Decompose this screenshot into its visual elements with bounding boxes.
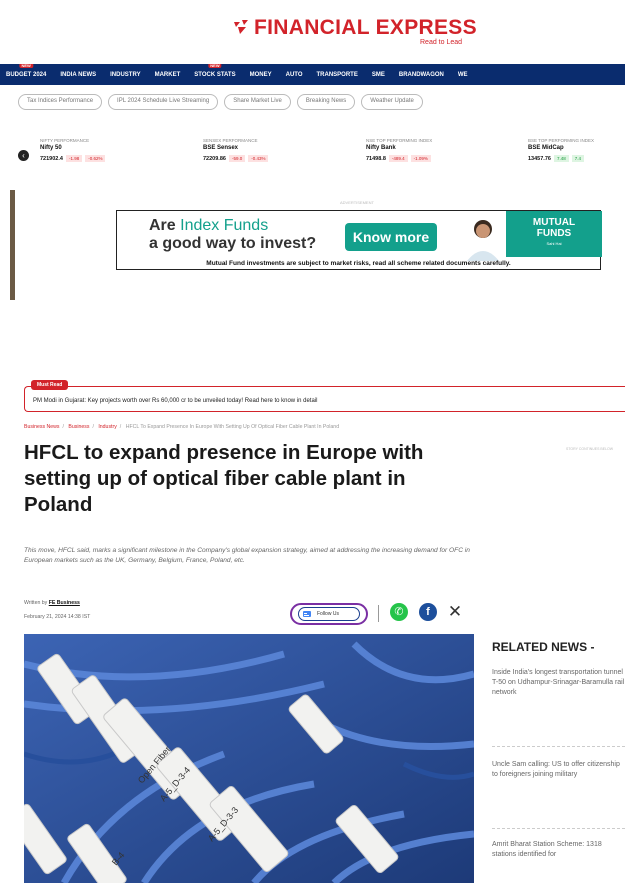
breadcrumb-current: HFCL To Expand Presence In Europe With S… <box>125 424 340 430</box>
market-change: -59.0 <box>228 155 246 162</box>
nav-item[interactable]: MONEY <box>250 72 272 78</box>
market-card[interactable]: NIFTY PERFORMANCE Nifty 50 721902.4 -1.98 -0… <box>40 138 190 162</box>
nav-new-badge: NEW <box>19 64 33 68</box>
market-index-name: Nifty Bank <box>366 145 396 151</box>
must-read-link[interactable]: PM Modi in Gujarat: Key projects worth o… <box>33 398 317 404</box>
market-change: -489.4 <box>388 155 408 162</box>
breadcrumb-home[interactable]: Business News <box>24 424 59 430</box>
ad-label: ADVERTISEMENT <box>340 200 374 205</box>
whatsapp-share-icon[interactable]: ✆ <box>390 603 408 621</box>
facebook-share-icon[interactable]: f <box>419 603 437 621</box>
market-index-name: BSE MidCap <box>528 145 564 151</box>
story-continues-label: STORY CONTINUES BELOW <box>566 447 614 451</box>
breadcrumb: Business News / Business / Industry / HFCL … <box>24 424 340 430</box>
related-news: RELATED NEWS - Inside India's longest tr… <box>492 640 625 883</box>
publish-date: February 21, 2024 14:38 IST <box>24 614 91 620</box>
market-price: 721902.4 <box>40 155 63 162</box>
nav-item[interactable]: SME <box>372 72 385 78</box>
x-share-icon[interactable]: ✕ <box>446 603 464 621</box>
related-divider <box>492 828 625 829</box>
article-headline: HFCL to expand presence in Europe with s… <box>24 441 424 516</box>
nav-new-badge: NEW <box>208 64 222 68</box>
ad-disclaimer: Mutual Fund investments are subject to m… <box>206 260 511 267</box>
nav-item[interactable]: TRANSPORTE <box>317 72 358 78</box>
market-change-pct: -1.09% <box>410 155 431 162</box>
breadcrumb-business[interactable]: Business <box>68 424 89 430</box>
nav-item[interactable]: INDIA NEWS <box>60 72 96 78</box>
article-summary: This move, HFCL said, marks a significan… <box>24 547 470 564</box>
market-change: -1.98 <box>65 155 83 162</box>
related-news-item[interactable]: Amrit Bharat Station Scheme: 1318 statio… <box>492 840 625 860</box>
related-divider <box>492 746 625 747</box>
market-price: 13457.76 <box>528 155 551 162</box>
topic-pill[interactable]: Share Market Live <box>224 94 291 110</box>
logo-mark-icon <box>234 20 248 34</box>
market-price: 71498.8 <box>366 155 386 162</box>
topic-pill[interactable]: Weather Update <box>361 94 423 110</box>
must-read-strip[interactable]: Must Read PM Modi in Gujarat: Key projec… <box>24 380 625 412</box>
nav-item[interactable]: WE <box>458 72 468 78</box>
google-news-icon <box>303 611 311 617</box>
topic-pill[interactable]: Tax Indices Performance <box>18 94 103 110</box>
market-card-title: BSE TOP PERFORMING INDEX <box>528 138 595 143</box>
market-card[interactable]: BSE TOP PERFORMING INDEX BSE MidCap 13457.… <box>528 138 625 162</box>
byline: Written by FE Business <box>24 600 80 606</box>
follow-us-button[interactable]: Follow Us <box>290 603 368 625</box>
ad-question-line1: Are Index Funds <box>149 217 269 234</box>
masthead: FINANCIAL EXPRESS Read to Lead <box>0 12 625 54</box>
market-index-name: BSE Sensex <box>203 145 239 151</box>
ad-question-line2: a good way to invest? <box>149 235 317 252</box>
market-card-title: NIFTY PERFORMANCE <box>40 138 90 143</box>
must-read-tag: Must Read <box>31 380 69 390</box>
nav-item[interactable]: MARKET <box>155 72 181 78</box>
fiber-cables-image: Open Fiber A-5_D-3-4 A-5_D-3-3 B-4 <box>24 634 474 883</box>
market-index-name: Nifty 50 <box>40 145 62 151</box>
nav-item[interactable]: STOCK STATS NEW <box>194 64 236 78</box>
breadcrumb-industry[interactable]: Industry <box>98 424 116 430</box>
topic-pill[interactable]: Breaking News <box>296 94 356 110</box>
logo[interactable]: FINANCIAL EXPRESS <box>232 16 477 40</box>
market-ticker: ‹ NIFTY PERFORMANCE Nifty 50 721902.4 -1.98… <box>18 133 625 178</box>
market-card-title: SENSEX PERFORMANCE <box>203 138 258 143</box>
side-ad-strip <box>10 190 15 300</box>
main-nav: BUDGET 2024 NEW INDIA NEWS INDUSTRY MARKET ST… <box>0 64 625 85</box>
trending-topics: Tax Indices Performance IPL 2024 Schedule… <box>18 94 625 110</box>
related-news-item[interactable]: Uncle Sam calling: US to offer citizensh… <box>492 760 625 780</box>
brand-name: FINANCIAL EXPRESS <box>254 16 477 39</box>
market-card[interactable]: NSE TOP PERFORMING INDEX Nifty Bank 71498.… <box>366 138 516 162</box>
market-card[interactable]: SENSEX PERFORMANCE BSE Sensex 72209.86 -59.… <box>203 138 353 162</box>
ticker-prev-icon[interactable]: ‹ <box>18 150 29 161</box>
market-change-pct: -0.62% <box>85 155 106 162</box>
related-news-item[interactable]: Inside India's longest transportation tu… <box>492 668 625 698</box>
related-news-title: RELATED NEWS - <box>492 640 595 654</box>
market-price: 72209.86 <box>203 155 226 162</box>
nav-item[interactable]: AUTO <box>286 72 303 78</box>
market-card-title: NSE TOP PERFORMING INDEX <box>366 138 433 143</box>
ad-person-icon <box>467 220 499 261</box>
topic-pill[interactable]: IPL 2024 Schedule Live Streaming <box>108 94 219 110</box>
article-hero-image: Open Fiber A-5_D-3-4 A-5_D-3-3 B-4 <box>24 634 474 883</box>
brand-tagline: Read to Lead <box>420 39 463 46</box>
ad-banner[interactable]: Are Index Funds a good way to invest? Kn… <box>116 210 602 270</box>
author-link[interactable]: FE Business <box>49 600 80 606</box>
share-divider <box>378 605 379 622</box>
market-change-pct: -0.43% <box>248 155 269 162</box>
nav-item[interactable]: INDUSTRY <box>110 72 140 78</box>
mutual-funds-logo: MUTUAL FUNDS Sahi Hai <box>506 211 602 257</box>
nav-item[interactable]: BRANDWAGON <box>399 72 444 78</box>
market-change-pct: 7.4 <box>571 155 584 162</box>
know-more-button[interactable]: Know more <box>345 223 437 251</box>
market-change: 7.48 <box>553 155 569 162</box>
nav-item[interactable]: BUDGET 2024 NEW <box>6 64 46 78</box>
